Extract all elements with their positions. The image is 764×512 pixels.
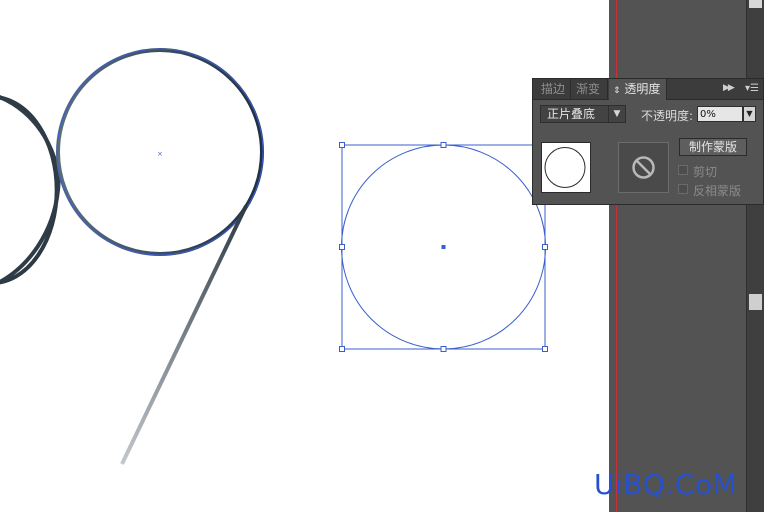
selection-center-point [441, 245, 446, 249]
handle-bottom-center [440, 346, 447, 352]
panel-menu-icon[interactable]: ▾☰ [745, 83, 759, 94]
make-mask-button[interactable]: 制作蒙版 [679, 138, 747, 156]
opacity-input[interactable] [697, 106, 743, 122]
opacity-label: 不透明度: [641, 109, 694, 123]
handle-middle-left [339, 244, 345, 250]
handle-top-center [440, 142, 447, 148]
handle-bottom-right [542, 346, 548, 352]
artboard-edge-guide [616, 0, 617, 512]
scrollbar-thumb[interactable] [749, 294, 762, 310]
blend-mode-value: 正片叠底 [547, 107, 596, 121]
tab-options-arrows-icon: ⇕ [613, 86, 621, 96]
left-ring-arc[interactable] [0, 95, 61, 285]
workspace-pasteboard [609, 0, 764, 512]
collapse-panel-icon[interactable]: ▶▶ [723, 83, 735, 93]
vertical-scrollbar[interactable] [746, 0, 764, 512]
left-ring-stroke[interactable] [0, 95, 59, 285]
tab-transparency[interactable]: ⇕ 透明度 [609, 79, 667, 100]
tab-stroke[interactable]: 描边 [537, 79, 571, 99]
tab-gradient[interactable]: 渐变 [572, 79, 608, 99]
scrollbar-top-cap[interactable] [749, 0, 762, 8]
invert-mask-checkbox[interactable] [678, 184, 688, 194]
clip-label: 剪切 [693, 165, 718, 179]
nine-center-mark: × [157, 150, 163, 158]
blend-mode-select[interactable]: 正片叠底 ▼ [540, 105, 626, 123]
handle-bottom-left [339, 346, 345, 352]
chevron-down-icon: ▼ [608, 106, 625, 122]
tab-transparency-label: 透明度 [624, 82, 661, 96]
clip-checkbox[interactable] [678, 165, 688, 175]
watermark-text: UiBQ.CoM [594, 468, 738, 501]
opacity-dropdown-button[interactable]: ▼ [743, 106, 756, 122]
object-thumbnail[interactable] [541, 142, 591, 193]
mask-thumbnail[interactable] [618, 142, 669, 193]
handle-middle-right [542, 244, 548, 250]
nine-tail[interactable] [120, 205, 248, 465]
no-mask-icon [632, 156, 655, 179]
panel-tab-bar: 描边 渐变 ⇕ 透明度 ▶▶ ▾☰ [533, 79, 763, 100]
handle-top-left [339, 142, 345, 148]
invert-mask-label: 反相蒙版 [693, 184, 742, 198]
transparency-panel: 描边 渐变 ⇕ 透明度 ▶▶ ▾☰ 正片叠底 ▼ 不透明度: ▼ 制作蒙版 剪切… [532, 78, 764, 205]
object-thumbnail-circle-icon [544, 147, 586, 188]
